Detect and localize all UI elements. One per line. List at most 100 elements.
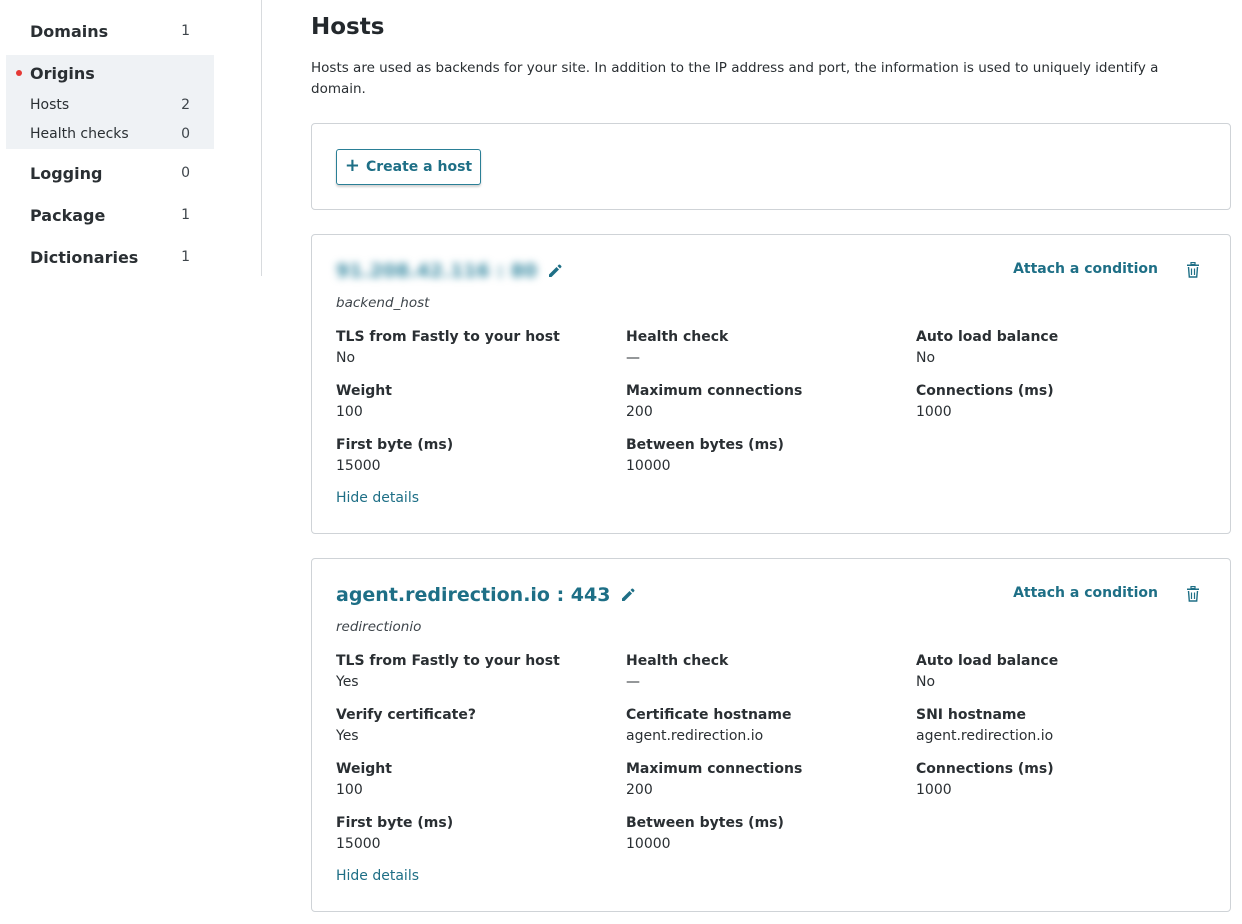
sidebar-item-label: Logging (30, 163, 103, 183)
field-label: TLS from Fastly to your host (336, 329, 560, 345)
attach-condition-link[interactable]: Attach a condition (1013, 585, 1158, 601)
field-value: 10000 (626, 458, 671, 474)
field-value: 100 (336, 782, 363, 798)
field-value: 200 (626, 782, 653, 798)
field-max-connections: Maximum connections 200 (626, 759, 896, 800)
field-first-byte: First byte (ms) 15000 (336, 813, 606, 854)
page-description: Hosts are used as backends for your site… (311, 60, 1159, 97)
field-tls: TLS from Fastly to your host Yes (336, 651, 606, 692)
sidebar-subitem-health-checks[interactable]: Health checks 0 (6, 124, 214, 144)
sidebar-item-label: Domains (30, 21, 109, 41)
field-value: 200 (626, 404, 653, 420)
field-label: First byte (ms) (336, 437, 454, 453)
attach-condition-link[interactable]: Attach a condition (1013, 261, 1158, 277)
field-value: 15000 (336, 836, 381, 852)
field-max-connections: Maximum connections 200 (626, 381, 896, 422)
field-label: Between bytes (ms) (626, 815, 784, 831)
sidebar-subitem-label: Health checks (30, 126, 129, 142)
field-weight: Weight 100 (336, 759, 606, 800)
field-connections-ms: Connections (ms) 1000 (916, 759, 1186, 800)
field-value: No (336, 350, 356, 366)
field-label: Connections (ms) (916, 761, 1054, 777)
field-auto-load-balance: Auto load balance No (916, 651, 1186, 692)
field-label: Maximum connections (626, 761, 803, 777)
sidebar-item-domains[interactable]: Domains 1 (6, 19, 214, 43)
host-name: redirectionio (336, 619, 422, 635)
sidebar-subitem-label: Hosts (30, 97, 70, 113)
host-address: agent.redirection.io : 443 (336, 584, 611, 606)
field-label: Auto load balance (916, 653, 1059, 669)
field-tls: TLS from Fastly to your host No (336, 327, 606, 368)
field-label: Verify certificate? (336, 707, 476, 723)
field-auto-load-balance: Auto load balance No (916, 327, 1186, 368)
sidebar-item-count: 1 (181, 207, 190, 223)
host-title[interactable]: agent.redirection.io : 443 (336, 584, 636, 606)
field-value: agent.redirection.io (626, 728, 764, 744)
field-label: Certificate hostname (626, 707, 792, 723)
field-label: SNI hostname (916, 707, 1026, 723)
field-label: Weight (336, 761, 392, 777)
host-card: 91.208.42.116 : 80 backend_host Attach a… (311, 234, 1231, 534)
field-label: First byte (ms) (336, 815, 454, 831)
sidebar-subitem-count: 0 (181, 126, 190, 142)
field-value: — (626, 350, 640, 366)
hide-details-link[interactable]: Hide details (336, 490, 419, 506)
field-value: agent.redirection.io (916, 728, 1054, 744)
plus-icon: + (344, 155, 360, 176)
field-certificate-hostname: Certificate hostname agent.redirection.i… (626, 705, 896, 746)
field-label: TLS from Fastly to your host (336, 653, 560, 669)
field-connections-ms: Connections (ms) 1000 (916, 381, 1186, 422)
field-label: Weight (336, 383, 392, 399)
sidebar-item-count: 0 (181, 165, 190, 181)
sidebar-item-dictionaries[interactable]: Dictionaries 1 (6, 245, 214, 269)
sidebar-item-origins[interactable]: Origins (6, 61, 214, 85)
host-address: 91.208.42.116 : 80 (336, 260, 538, 282)
trash-icon[interactable] (1186, 586, 1200, 602)
field-between-bytes: Between bytes (ms) 10000 (626, 435, 896, 476)
field-verify-certificate: Verify certificate? Yes (336, 705, 606, 746)
field-first-byte: First byte (ms) 15000 (336, 435, 606, 476)
field-sni-hostname: SNI hostname agent.redirection.io (916, 705, 1186, 746)
pencil-icon[interactable] (547, 263, 563, 279)
sidebar-item-logging[interactable]: Logging 0 (6, 161, 214, 185)
sidebar-item-package[interactable]: Package 1 (6, 203, 214, 227)
create-host-panel: + Create a host (311, 123, 1231, 210)
field-value: 10000 (626, 836, 671, 852)
sidebar: Domains 1 Origins Hosts 2 Health checks … (0, 0, 262, 276)
field-health-check: Health check — (626, 327, 896, 368)
sidebar-item-count: 1 (181, 23, 190, 39)
field-label: Between bytes (ms) (626, 437, 784, 453)
sidebar-item-label: Package (30, 205, 106, 225)
field-value: 100 (336, 404, 363, 420)
sidebar-subitem-count: 2 (181, 97, 190, 113)
field-label: Auto load balance (916, 329, 1059, 345)
field-value: 1000 (916, 782, 952, 798)
field-value: 1000 (916, 404, 952, 420)
host-title[interactable]: 91.208.42.116 : 80 (336, 260, 563, 282)
field-label: Health check (626, 329, 729, 345)
host-name: backend_host (336, 295, 430, 311)
field-health-check: Health check — (626, 651, 896, 692)
sidebar-item-label: Dictionaries (30, 247, 139, 267)
host-card: agent.redirection.io : 443 redirectionio… (311, 558, 1231, 912)
pencil-icon[interactable] (620, 587, 636, 603)
field-value: Yes (336, 674, 359, 690)
field-value: 15000 (336, 458, 381, 474)
create-host-button-label: Create a host (365, 159, 473, 175)
field-between-bytes: Between bytes (ms) 10000 (626, 813, 896, 854)
field-label: Maximum connections (626, 383, 803, 399)
sidebar-subitem-hosts[interactable]: Hosts 2 (6, 95, 214, 115)
create-host-button[interactable]: + Create a host (336, 149, 481, 185)
field-label: Health check (626, 653, 729, 669)
field-value: No (916, 674, 936, 690)
hide-details-link[interactable]: Hide details (336, 868, 419, 884)
page-title: Hosts (311, 14, 385, 40)
field-value: — (626, 674, 640, 690)
trash-icon[interactable] (1186, 262, 1200, 278)
field-label: Connections (ms) (916, 383, 1054, 399)
sidebar-item-count: 1 (181, 249, 190, 265)
sidebar-item-label: Origins (30, 63, 95, 83)
field-weight: Weight 100 (336, 381, 606, 422)
field-value: No (916, 350, 936, 366)
field-value: Yes (336, 728, 359, 744)
